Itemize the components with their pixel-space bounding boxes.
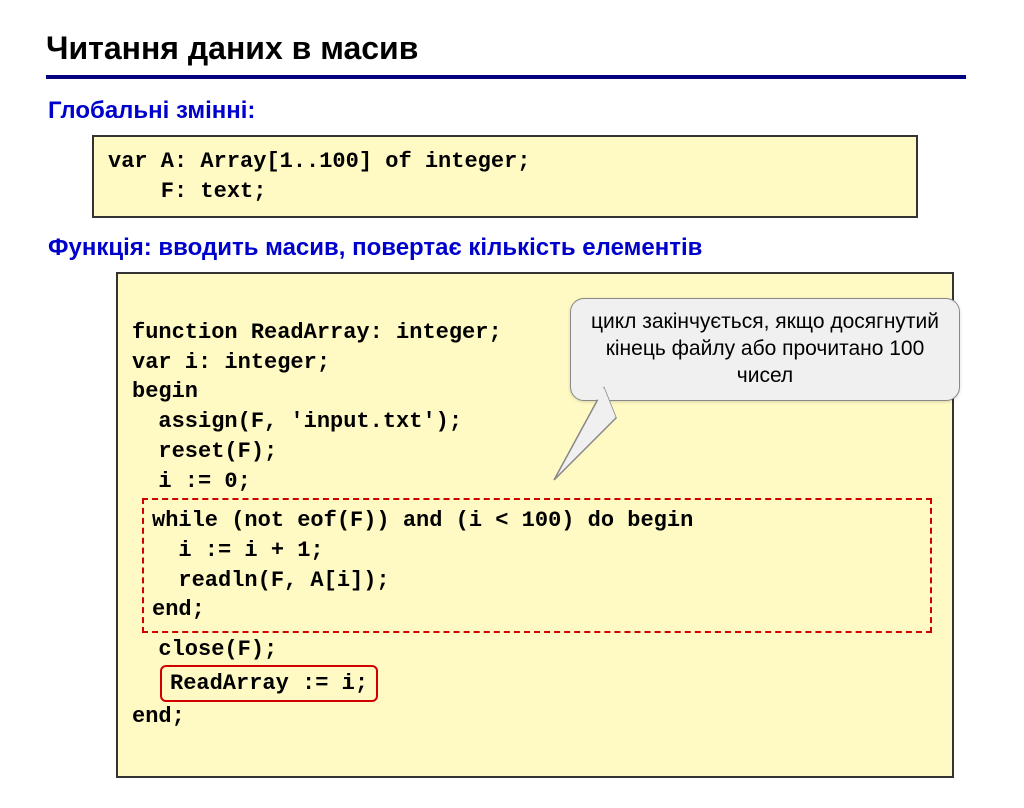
fn-head: function ReadArray: integer; var i: inte… [132,320,502,493]
globals-label: Глобальні змінні: [48,97,978,125]
callout-tail-icon [524,380,624,500]
loop-highlight-box: while (not eof(F)) and (i < 100) do begi… [142,498,932,633]
slide-title: Читання даних в масив [46,30,978,67]
function-label: Функція: вводить масив, повертає кількіс… [48,234,978,262]
fn-close: close(F); [132,637,277,662]
loop-callout: цикл закінчується, якщо досягнутий кінец… [570,298,960,401]
globals-code-box: var A: Array[1..100] of integer; F: text… [92,135,918,218]
return-highlight-box: ReadArray := i; [160,665,378,703]
title-underline [46,75,966,79]
fn-end: end; [132,704,185,729]
